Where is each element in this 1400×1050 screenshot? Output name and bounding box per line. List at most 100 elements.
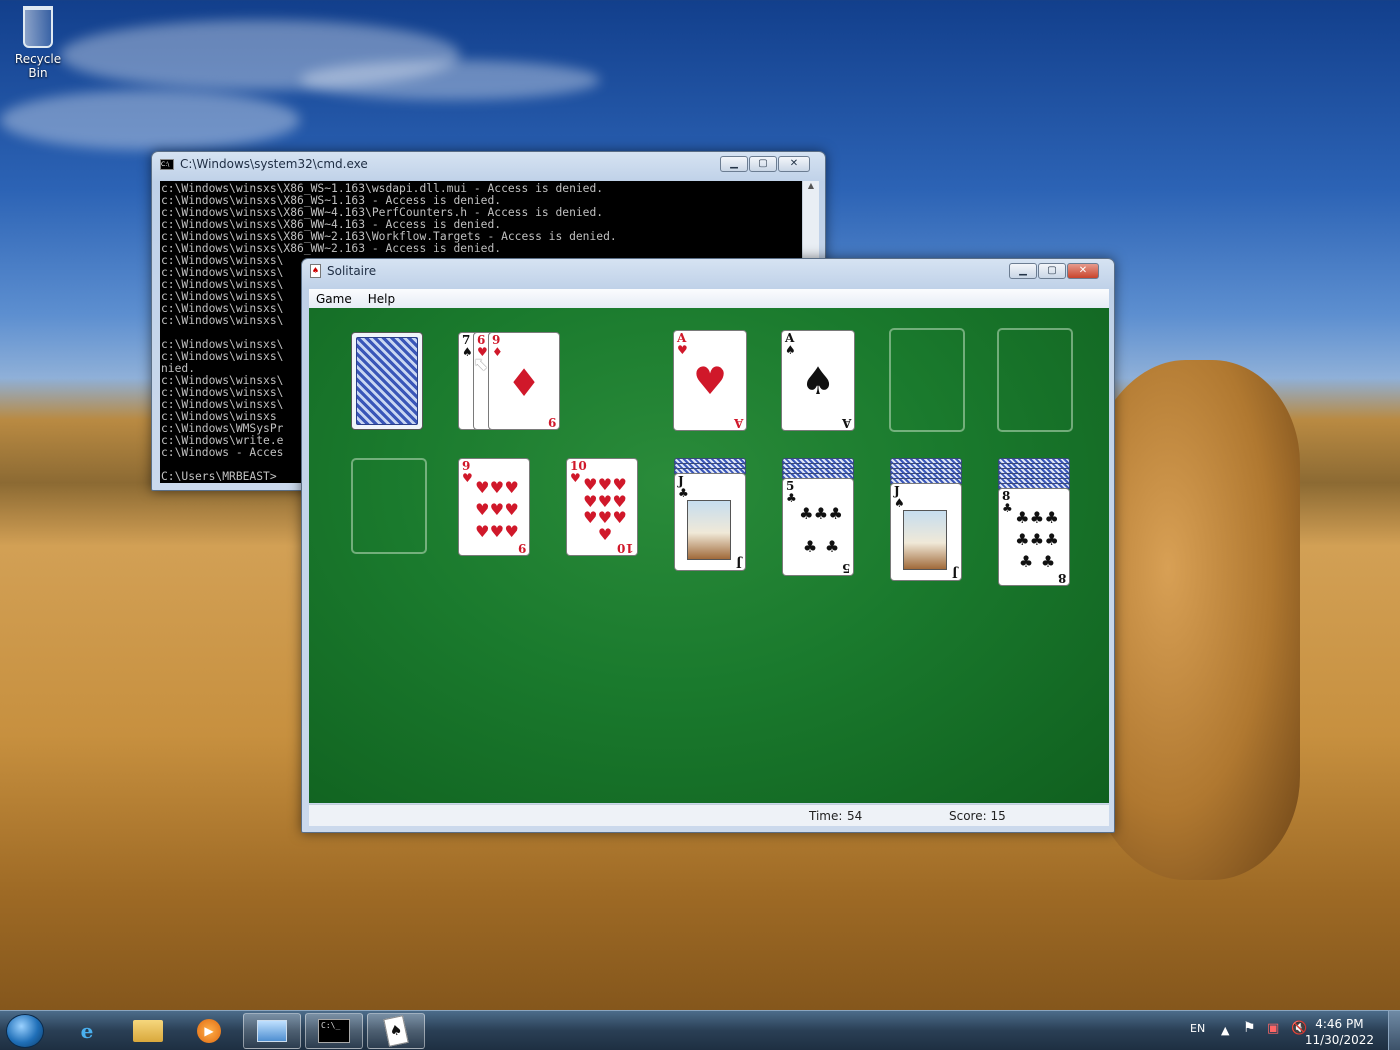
pip-icon: ♥ (583, 508, 598, 528)
card-pips: ♣ ♣ ♣ ♣ ♣ (799, 497, 843, 563)
close-button[interactable]: ✕ (1067, 263, 1099, 279)
card-suit-icon: ♠ (894, 496, 905, 510)
time-label: Time: (809, 809, 843, 823)
control-panel-icon[interactable] (243, 1013, 301, 1049)
pip-icon: ♥ (597, 475, 613, 495)
card-pips: ♣ ♣ ♣ ♣ ♣ ♣ ♣ ♣ (1015, 507, 1059, 573)
tableau-card[interactable]: 10 ♥ ♥ ♥ ♥ ♥ ♥ ♥ ♥ ♥ ♥ ♥ 10 (566, 458, 638, 556)
foundation-card[interactable]: A ♥ ♥ A (673, 330, 747, 431)
show-desktop-button[interactable] (1388, 1011, 1400, 1050)
pip-icon: ♣ (1015, 530, 1030, 549)
card-rank-corner: 5 (841, 561, 850, 575)
menu-game[interactable]: Game (316, 292, 352, 306)
minimize-button[interactable]: ▁ (1009, 263, 1037, 279)
cmd-titlebar[interactable]: C:\ C:\Windows\system32\cmd.exe (160, 157, 368, 171)
solitaire-icon[interactable]: ♠ (367, 1013, 425, 1049)
pip-icon: ♥ (612, 508, 627, 528)
pip-icon: ♣ (1044, 530, 1059, 549)
tableau-card[interactable]: 9 ♥ ♥ ♥ ♥ ♥ ♥ ♥ ♥ ♥ ♥ 9 (458, 458, 530, 556)
clock[interactable]: 4:46 PM 11/30/2022 (1305, 1016, 1374, 1048)
waste-card[interactable]: 9 ♦ ♦ 9 (488, 332, 560, 430)
tableau-card[interactable]: J ♣ J (674, 473, 746, 571)
start-button[interactable] (6, 1014, 44, 1048)
card-center-suit-icon: ♦ (506, 361, 542, 405)
pip-icon: ♥ (583, 475, 598, 495)
stock-pile[interactable] (351, 332, 423, 430)
card-suit-icon: ♠ (785, 343, 796, 357)
score-label: Score: 15 (949, 809, 1006, 823)
pip-icon: ♣ (824, 536, 840, 556)
card-pips: ♥ ♥ ♥ ♥ ♥ ♥ ♥ ♥ ♥ (475, 477, 519, 543)
pip-icon: ♥ (475, 478, 490, 497)
pip-icon: ♣ (1018, 552, 1034, 571)
card-rank-corner: A (733, 416, 743, 430)
foundation-slot[interactable] (997, 328, 1073, 432)
menu-help[interactable]: Help (368, 292, 395, 306)
pip-icon: ♣ (1029, 530, 1045, 549)
pip-icon: ♣ (1040, 552, 1056, 571)
language-indicator[interactable]: EN (1190, 1022, 1205, 1035)
status-bar: Time: 54 Score: 15 (309, 804, 1109, 826)
card-center-suit-icon: ♠ (800, 359, 836, 403)
card-rank-corner: 10 (617, 541, 634, 555)
solitaire-titlebar[interactable]: ♠ Solitaire (310, 264, 376, 278)
card-suit-icon: ♠ (462, 345, 473, 359)
tableau-card[interactable]: 5 ♣ ♣ ♣ ♣ ♣ ♣ 5 (782, 478, 854, 576)
cmd-window-icon: C:\ (160, 158, 174, 170)
cmd-icon[interactable]: C:\_ (305, 1013, 363, 1049)
show-hidden-icons-icon[interactable]: ▲ (1221, 1024, 1229, 1037)
game-table[interactable]: 7♠♠76♥♥69♦♦9A♥♥AA♠♠A9♥♥♥♥♥♥♥♥♥♥910♥♥♥♥♥♥… (309, 308, 1109, 803)
solitaire-window-title: Solitaire (327, 264, 377, 278)
card-center-suit-icon: ♥ (692, 359, 728, 403)
maximize-button[interactable]: ▢ (749, 156, 777, 172)
recycle-bin-shortcut[interactable]: Recycle Bin (4, 6, 72, 80)
card-rank-corner: 8 (1057, 571, 1066, 585)
clock-time: 4:46 PM (1315, 1017, 1364, 1031)
pip-icon: ♥ (489, 522, 505, 541)
card-pips: ♥ ♥ ♥ ♥ ♥ ♥ ♥ ♥ ♥ ♥ (583, 477, 627, 543)
card-rank-corner: J (952, 566, 958, 580)
card-suit-icon: ♣ (678, 486, 689, 500)
menu-bar: Game Help (309, 289, 1109, 308)
pip-icon: ♣ (813, 503, 829, 523)
pip-icon: ♥ (489, 478, 505, 497)
media-player-icon[interactable]: ▶ (180, 1013, 238, 1049)
minimize-button[interactable]: ▁ (720, 156, 748, 172)
pip-icon: ♥ (475, 522, 490, 541)
taskbar: e ▶ C:\_ ♠ EN ▲ ⚑ ▣ 🔇 4:46 PM 11/30/2022 (0, 1010, 1400, 1050)
card-suit-icon: ♣ (786, 491, 797, 505)
pip-icon: ♥ (504, 522, 519, 541)
scroll-up-arrow-icon[interactable]: ▲ (803, 181, 819, 190)
pip-icon: ♣ (799, 503, 814, 523)
card-rank-corner: 9 (547, 415, 556, 429)
foundation-card[interactable]: A ♠ ♠ A (781, 330, 855, 431)
pip-icon: ♥ (612, 475, 627, 495)
tableau-slot[interactable] (351, 458, 427, 554)
card-suit-icon: ♣ (1002, 501, 1013, 515)
card-rank-corner: 9 (517, 541, 526, 555)
network-icon[interactable]: ▣ (1267, 1021, 1279, 1036)
explorer-icon[interactable] (119, 1013, 177, 1049)
close-button[interactable]: ✕ (778, 156, 810, 172)
pip-icon: ♣ (802, 536, 818, 556)
card-rank-corner: A (841, 416, 851, 430)
solitaire-window[interactable]: ♠ Solitaire ▁ ▢ ✕ Game Help 7♠♠76♥♥69♦♦9… (301, 258, 1115, 833)
tableau-card[interactable]: 8 ♣ ♣ ♣ ♣ ♣ ♣ ♣ ♣ ♣ 8 (998, 488, 1070, 586)
ie-icon[interactable]: e (58, 1013, 116, 1049)
pip-icon: ♣ (1044, 508, 1059, 527)
card-suit-icon: ♦ (492, 345, 503, 359)
maximize-button[interactable]: ▢ (1038, 263, 1066, 279)
pip-icon: ♥ (597, 524, 613, 544)
pip-icon: ♣ (828, 503, 843, 523)
foundation-slot[interactable] (889, 328, 965, 432)
action-center-flag-icon[interactable]: ⚑ (1243, 1020, 1256, 1036)
tableau-card[interactable]: J ♠ J (890, 483, 962, 581)
clock-date: 11/30/2022 (1304, 1033, 1374, 1047)
card-back-pattern (356, 337, 418, 425)
recycle-bin-icon (23, 6, 53, 48)
card-suit-icon: ♥ (677, 343, 688, 357)
card-suit-icon: ♥ (570, 471, 581, 485)
pip-icon: ♥ (475, 500, 490, 519)
pip-icon: ♥ (597, 508, 613, 528)
card-rank-corner: J (736, 556, 742, 570)
